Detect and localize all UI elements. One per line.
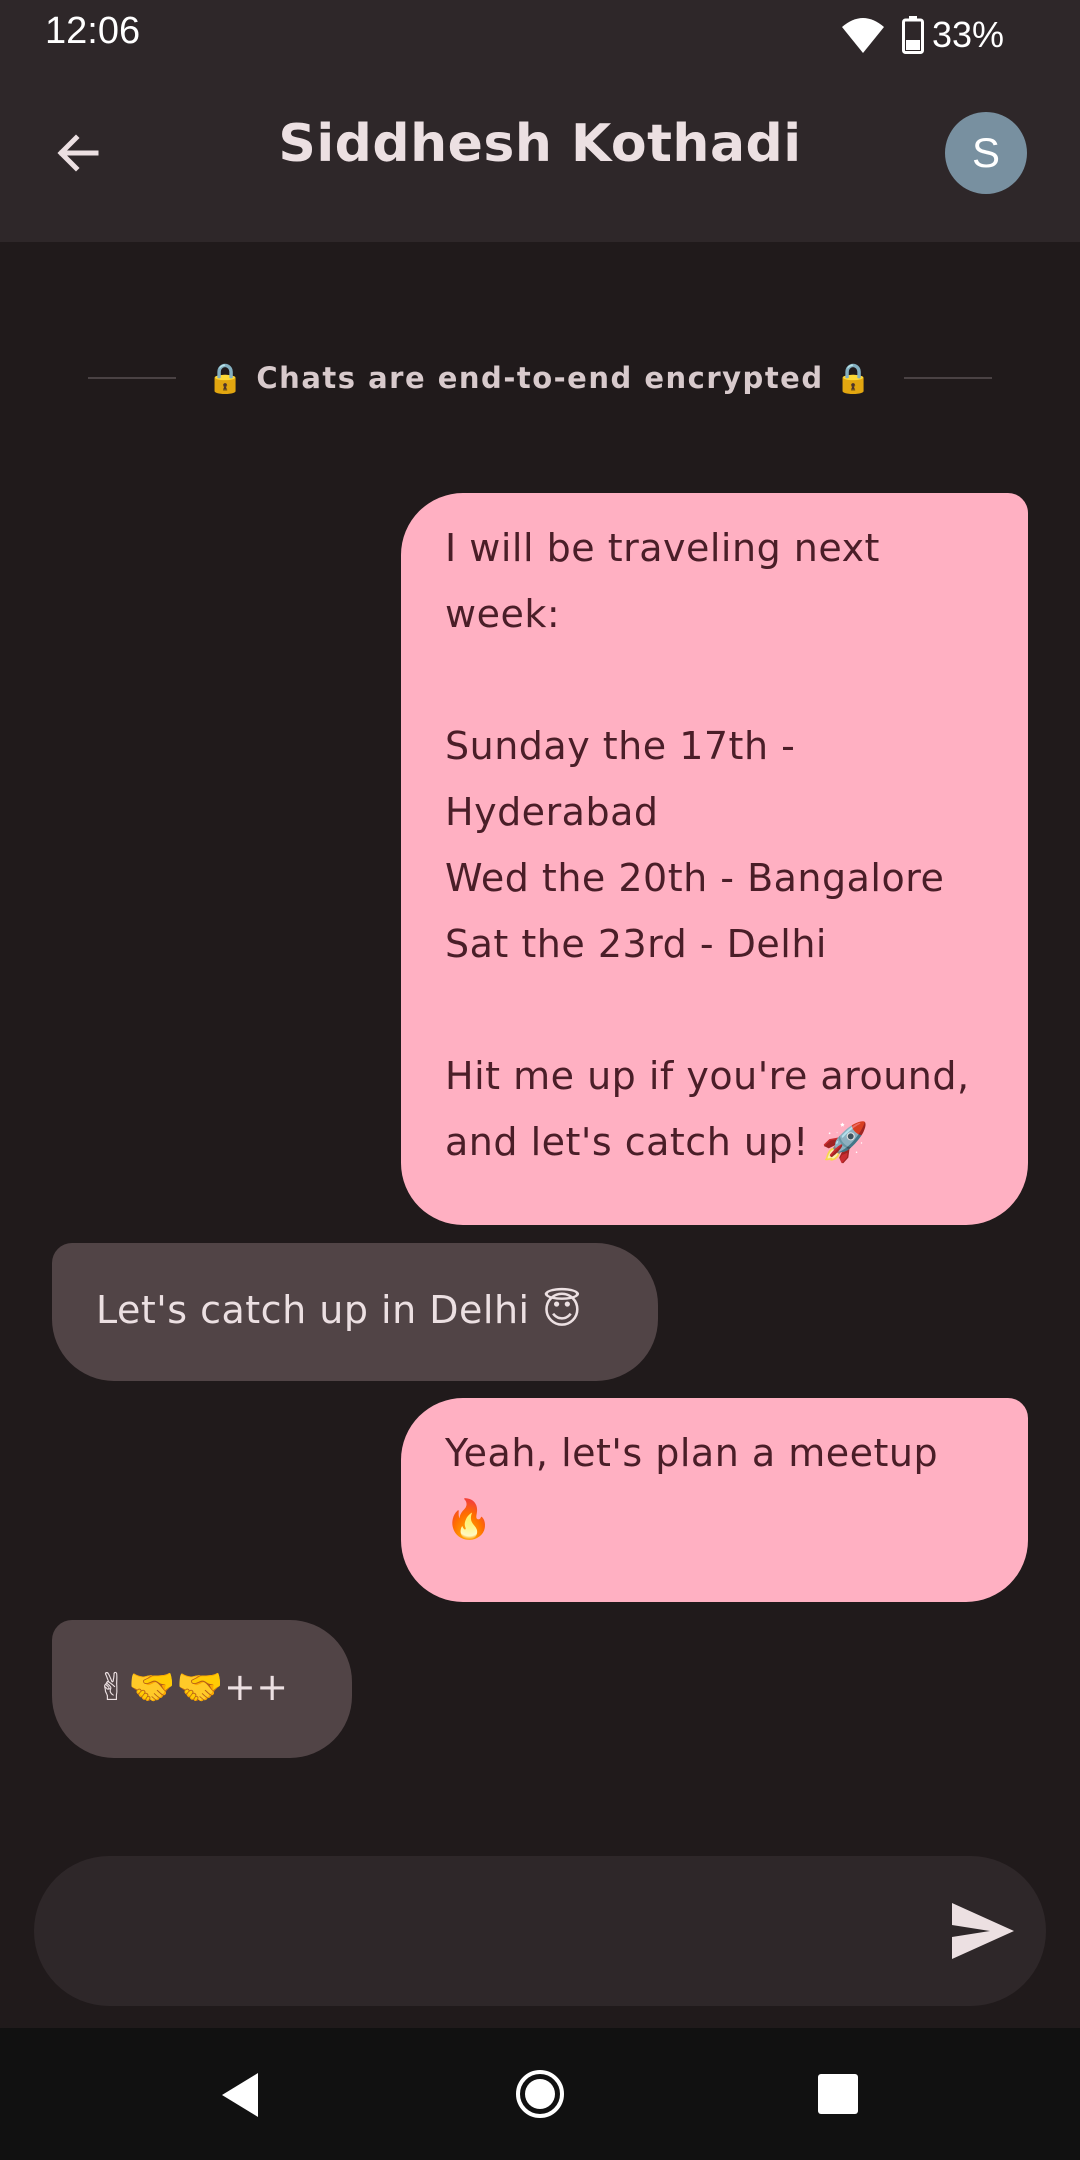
- send-icon: [952, 1903, 1014, 1959]
- status-time: 12:06: [45, 10, 141, 52]
- battery-percentage: 33%: [931, 14, 1004, 55]
- contact-avatar[interactable]: S: [945, 112, 1027, 194]
- status-bar: 12:06 33%: [0, 0, 1080, 70]
- message-composer: [34, 1856, 1046, 2006]
- system-nav-bar: [0, 2028, 1080, 2160]
- chat-title: Siddhesh Kothadi: [278, 114, 802, 174]
- battery-icon: [901, 16, 924, 54]
- sent-message-bubble[interactable]: I will be traveling next week: Sunday th…: [401, 493, 1028, 1225]
- divider-left: [88, 377, 176, 379]
- received-message-bubble[interactable]: Let's catch up in Delhi 😇: [52, 1243, 658, 1381]
- send-button[interactable]: [946, 1894, 1020, 1968]
- encryption-text: 🔒 Chats are end-to-end encrypted 🔒: [207, 360, 873, 395]
- app-bar: Siddhesh Kothadi S: [0, 70, 1080, 242]
- nav-recents-icon[interactable]: [816, 2072, 860, 2116]
- nav-back-icon[interactable]: [218, 2070, 264, 2120]
- wifi-icon: [841, 18, 884, 53]
- divider-right: [904, 377, 992, 379]
- sent-message-bubble[interactable]: Yeah, let's plan a meetup 🔥: [401, 1398, 1028, 1602]
- received-message-bubble[interactable]: ✌🤝🤝++: [52, 1620, 352, 1758]
- status-icons: 33%: [840, 12, 1004, 58]
- message-input[interactable]: [74, 1856, 934, 2006]
- nav-home-icon[interactable]: [514, 2068, 566, 2120]
- chat-screen: 12:06 33% Siddhesh Kothadi S 🔒 Chats are…: [0, 0, 1080, 2160]
- encryption-notice: 🔒 Chats are end-to-end encrypted 🔒: [88, 355, 992, 401]
